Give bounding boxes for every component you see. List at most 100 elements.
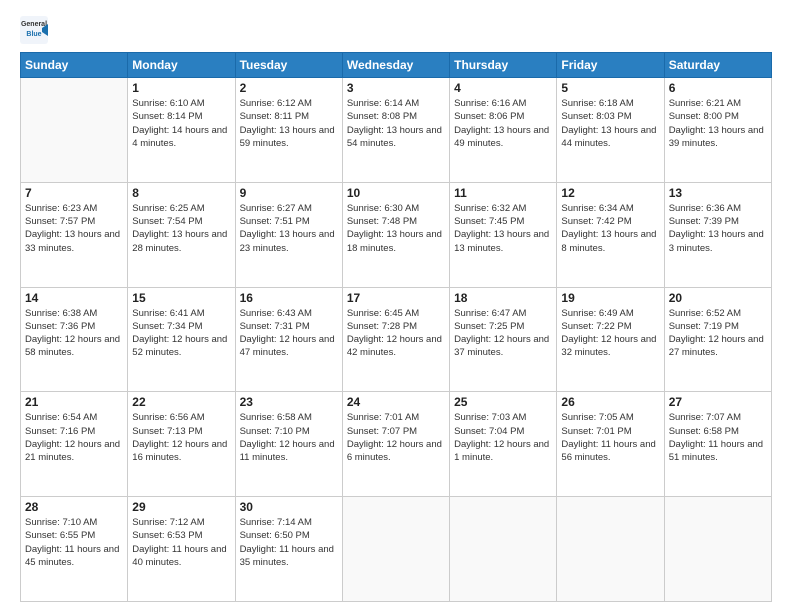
day-number: 8 <box>132 186 230 200</box>
calendar-cell: 18 Sunrise: 6:47 AMSunset: 7:25 PMDaylig… <box>450 287 557 392</box>
day-info: Sunrise: 6:12 AMSunset: 8:11 PMDaylight:… <box>240 97 338 150</box>
day-number: 11 <box>454 186 552 200</box>
day-info: Sunrise: 6:47 AMSunset: 7:25 PMDaylight:… <box>454 307 552 360</box>
calendar-cell <box>557 497 664 602</box>
logo-icon: General Blue <box>20 16 48 44</box>
day-info: Sunrise: 6:41 AMSunset: 7:34 PMDaylight:… <box>132 307 230 360</box>
day-number: 12 <box>561 186 659 200</box>
calendar-week-row: 21 Sunrise: 6:54 AMSunset: 7:16 PMDaylig… <box>21 392 772 497</box>
day-info: Sunrise: 6:27 AMSunset: 7:51 PMDaylight:… <box>240 202 338 255</box>
day-info: Sunrise: 6:49 AMSunset: 7:22 PMDaylight:… <box>561 307 659 360</box>
day-number: 27 <box>669 395 767 409</box>
day-info: Sunrise: 7:10 AMSunset: 6:55 PMDaylight:… <box>25 516 123 569</box>
day-info: Sunrise: 6:43 AMSunset: 7:31 PMDaylight:… <box>240 307 338 360</box>
calendar-week-row: 14 Sunrise: 6:38 AMSunset: 7:36 PMDaylig… <box>21 287 772 392</box>
day-info: Sunrise: 6:10 AMSunset: 8:14 PMDaylight:… <box>132 97 230 150</box>
calendar-cell <box>450 497 557 602</box>
day-info: Sunrise: 7:01 AMSunset: 7:07 PMDaylight:… <box>347 411 445 464</box>
day-number: 4 <box>454 81 552 95</box>
calendar-cell: 6 Sunrise: 6:21 AMSunset: 8:00 PMDayligh… <box>664 78 771 183</box>
day-info: Sunrise: 6:23 AMSunset: 7:57 PMDaylight:… <box>25 202 123 255</box>
calendar-cell: 24 Sunrise: 7:01 AMSunset: 7:07 PMDaylig… <box>342 392 449 497</box>
day-number: 30 <box>240 500 338 514</box>
day-info: Sunrise: 6:36 AMSunset: 7:39 PMDaylight:… <box>669 202 767 255</box>
day-info: Sunrise: 7:07 AMSunset: 6:58 PMDaylight:… <box>669 411 767 464</box>
calendar-cell: 13 Sunrise: 6:36 AMSunset: 7:39 PMDaylig… <box>664 182 771 287</box>
day-info: Sunrise: 6:56 AMSunset: 7:13 PMDaylight:… <box>132 411 230 464</box>
day-info: Sunrise: 7:12 AMSunset: 6:53 PMDaylight:… <box>132 516 230 569</box>
weekday-header: Monday <box>128 53 235 78</box>
day-number: 25 <box>454 395 552 409</box>
weekday-header: Wednesday <box>342 53 449 78</box>
calendar-cell: 21 Sunrise: 6:54 AMSunset: 7:16 PMDaylig… <box>21 392 128 497</box>
day-info: Sunrise: 6:25 AMSunset: 7:54 PMDaylight:… <box>132 202 230 255</box>
weekday-header: Saturday <box>664 53 771 78</box>
calendar-week-row: 1 Sunrise: 6:10 AMSunset: 8:14 PMDayligh… <box>21 78 772 183</box>
calendar-cell: 4 Sunrise: 6:16 AMSunset: 8:06 PMDayligh… <box>450 78 557 183</box>
calendar-cell <box>664 497 771 602</box>
calendar-table: SundayMondayTuesdayWednesdayThursdayFrid… <box>20 52 772 602</box>
day-info: Sunrise: 6:16 AMSunset: 8:06 PMDaylight:… <box>454 97 552 150</box>
day-number: 22 <box>132 395 230 409</box>
calendar-cell: 8 Sunrise: 6:25 AMSunset: 7:54 PMDayligh… <box>128 182 235 287</box>
day-number: 7 <box>25 186 123 200</box>
day-number: 24 <box>347 395 445 409</box>
day-number: 21 <box>25 395 123 409</box>
day-number: 17 <box>347 291 445 305</box>
day-number: 3 <box>347 81 445 95</box>
calendar-cell: 16 Sunrise: 6:43 AMSunset: 7:31 PMDaylig… <box>235 287 342 392</box>
calendar-cell: 11 Sunrise: 6:32 AMSunset: 7:45 PMDaylig… <box>450 182 557 287</box>
day-info: Sunrise: 6:30 AMSunset: 7:48 PMDaylight:… <box>347 202 445 255</box>
day-info: Sunrise: 7:03 AMSunset: 7:04 PMDaylight:… <box>454 411 552 464</box>
weekday-header: Friday <box>557 53 664 78</box>
day-number: 9 <box>240 186 338 200</box>
calendar-cell: 23 Sunrise: 6:58 AMSunset: 7:10 PMDaylig… <box>235 392 342 497</box>
calendar-cell: 10 Sunrise: 6:30 AMSunset: 7:48 PMDaylig… <box>342 182 449 287</box>
calendar-cell: 29 Sunrise: 7:12 AMSunset: 6:53 PMDaylig… <box>128 497 235 602</box>
day-number: 6 <box>669 81 767 95</box>
day-info: Sunrise: 6:58 AMSunset: 7:10 PMDaylight:… <box>240 411 338 464</box>
weekday-header: Tuesday <box>235 53 342 78</box>
day-number: 10 <box>347 186 445 200</box>
day-info: Sunrise: 6:18 AMSunset: 8:03 PMDaylight:… <box>561 97 659 150</box>
calendar-cell: 14 Sunrise: 6:38 AMSunset: 7:36 PMDaylig… <box>21 287 128 392</box>
calendar-cell: 7 Sunrise: 6:23 AMSunset: 7:57 PMDayligh… <box>21 182 128 287</box>
day-info: Sunrise: 6:52 AMSunset: 7:19 PMDaylight:… <box>669 307 767 360</box>
day-number: 28 <box>25 500 123 514</box>
calendar-cell: 25 Sunrise: 7:03 AMSunset: 7:04 PMDaylig… <box>450 392 557 497</box>
day-number: 15 <box>132 291 230 305</box>
calendar-cell: 28 Sunrise: 7:10 AMSunset: 6:55 PMDaylig… <box>21 497 128 602</box>
day-info: Sunrise: 6:21 AMSunset: 8:00 PMDaylight:… <box>669 97 767 150</box>
day-info: Sunrise: 7:05 AMSunset: 7:01 PMDaylight:… <box>561 411 659 464</box>
calendar-week-row: 7 Sunrise: 6:23 AMSunset: 7:57 PMDayligh… <box>21 182 772 287</box>
calendar-cell: 19 Sunrise: 6:49 AMSunset: 7:22 PMDaylig… <box>557 287 664 392</box>
day-number: 18 <box>454 291 552 305</box>
calendar-cell: 17 Sunrise: 6:45 AMSunset: 7:28 PMDaylig… <box>342 287 449 392</box>
day-number: 29 <box>132 500 230 514</box>
page: General Blue SundayMondayTuesdayWednesda… <box>0 0 792 612</box>
calendar-cell: 12 Sunrise: 6:34 AMSunset: 7:42 PMDaylig… <box>557 182 664 287</box>
day-info: Sunrise: 6:54 AMSunset: 7:16 PMDaylight:… <box>25 411 123 464</box>
calendar-cell: 27 Sunrise: 7:07 AMSunset: 6:58 PMDaylig… <box>664 392 771 497</box>
day-number: 14 <box>25 291 123 305</box>
day-info: Sunrise: 6:32 AMSunset: 7:45 PMDaylight:… <box>454 202 552 255</box>
day-number: 16 <box>240 291 338 305</box>
day-info: Sunrise: 6:45 AMSunset: 7:28 PMDaylight:… <box>347 307 445 360</box>
day-number: 19 <box>561 291 659 305</box>
day-info: Sunrise: 6:34 AMSunset: 7:42 PMDaylight:… <box>561 202 659 255</box>
calendar-cell: 15 Sunrise: 6:41 AMSunset: 7:34 PMDaylig… <box>128 287 235 392</box>
calendar-cell: 1 Sunrise: 6:10 AMSunset: 8:14 PMDayligh… <box>128 78 235 183</box>
day-number: 2 <box>240 81 338 95</box>
weekday-header-row: SundayMondayTuesdayWednesdayThursdayFrid… <box>21 53 772 78</box>
svg-text:General: General <box>21 21 47 28</box>
calendar-cell: 30 Sunrise: 7:14 AMSunset: 6:50 PMDaylig… <box>235 497 342 602</box>
calendar-cell: 22 Sunrise: 6:56 AMSunset: 7:13 PMDaylig… <box>128 392 235 497</box>
logo: General Blue <box>20 16 52 44</box>
calendar-cell <box>21 78 128 183</box>
calendar-cell: 5 Sunrise: 6:18 AMSunset: 8:03 PMDayligh… <box>557 78 664 183</box>
day-number: 5 <box>561 81 659 95</box>
calendar-cell: 9 Sunrise: 6:27 AMSunset: 7:51 PMDayligh… <box>235 182 342 287</box>
day-info: Sunrise: 7:14 AMSunset: 6:50 PMDaylight:… <box>240 516 338 569</box>
day-number: 13 <box>669 186 767 200</box>
day-number: 1 <box>132 81 230 95</box>
